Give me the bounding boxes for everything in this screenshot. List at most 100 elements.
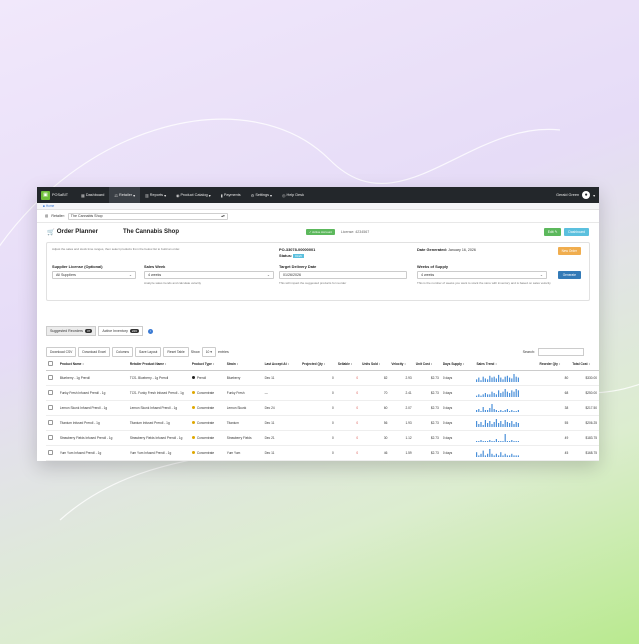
nav-item-label: Help Desk xyxy=(286,193,304,197)
days-supply: 0 days xyxy=(440,430,475,446)
column-header-unit-cost[interactable]: Unit Cost ↕ xyxy=(413,359,441,371)
sales-week-select[interactable]: 4 weeks ⌄ xyxy=(144,271,274,279)
sales-trend-bar xyxy=(480,395,483,397)
tab-active-inventory[interactable]: Active Inventory 226 xyxy=(98,326,143,336)
column-header-product-type[interactable]: Product Type ↕ xyxy=(189,359,225,371)
download-excel-button[interactable]: Download Excel xyxy=(78,347,110,357)
brand-logo[interactable]: ▣ POSaBIT xyxy=(41,190,68,200)
row-checkbox[interactable] xyxy=(48,404,53,410)
velocity: 1.93 xyxy=(389,415,414,431)
row-checkbox[interactable] xyxy=(48,449,53,455)
column-header-sellable[interactable]: Sellable ↕ xyxy=(335,359,361,371)
column-header-last-accept-at[interactable]: Last Accept At ↕ xyxy=(262,359,301,371)
column-header-reorder-qty[interactable]: Reorder Qty ↕ xyxy=(537,359,571,371)
row-checkbox[interactable] xyxy=(48,389,53,395)
sales-trend-bar xyxy=(487,379,489,382)
dashboard-button[interactable]: Dashboard xyxy=(564,227,589,236)
sales-trend-bar xyxy=(485,378,487,382)
column-header-projected-qty[interactable]: Projected Qty ↕ xyxy=(300,359,336,371)
nav-item-retailer[interactable]: ⚖ Retailer ▾ xyxy=(109,187,140,203)
generate-button[interactable]: Generate xyxy=(557,271,581,279)
table-row[interactable]: Strawberry Fields Infused Preroll - 1g St… xyxy=(46,430,599,446)
weeks-supply-select[interactable]: 4 weeks ⌄ xyxy=(417,271,547,279)
velocity: 2.93 xyxy=(389,370,414,386)
sales-trend-bar xyxy=(478,424,480,427)
po-status-badge: Draft xyxy=(293,254,304,258)
sales-trend-bar xyxy=(505,453,507,457)
nav-item-product-catalog[interactable]: ◉ Product Catalog ▾ xyxy=(171,187,216,203)
column-header-sales-trend[interactable]: Sales Trend ↕ xyxy=(474,359,538,371)
select-all-checkbox[interactable] xyxy=(48,361,53,367)
sales-trend-bar xyxy=(498,423,500,427)
sales-trend-bar xyxy=(478,409,480,412)
nav-item-help-desk[interactable]: ◎ Help Desk xyxy=(277,187,309,203)
table-row[interactable]: Funky Fresh Infused Preroll - 1g TCS- Fun… xyxy=(46,385,599,401)
sales-trend-bar xyxy=(487,453,489,457)
sales-trend xyxy=(474,370,538,386)
reorder-qty: 38 xyxy=(537,400,571,416)
info-icon[interactable]: i xyxy=(147,328,153,334)
sales-trend-bar xyxy=(489,440,491,442)
show-label: Show xyxy=(190,350,200,354)
row-checkbox[interactable] xyxy=(48,419,53,425)
column-header-total-cost[interactable]: Total Cost ↕ xyxy=(570,359,599,371)
chevron-down-icon: ⌄ xyxy=(539,273,543,277)
column-header-velocity[interactable]: Velocity ↕ xyxy=(389,359,414,371)
chevron-down-icon: ▾ xyxy=(164,193,166,198)
sales-trend-bar xyxy=(505,420,507,427)
reset-table-button[interactable]: Reset Table xyxy=(163,347,189,357)
nav-item-settings[interactable]: ⚙ Settings ▾ xyxy=(246,187,277,203)
row-checkbox[interactable] xyxy=(48,434,53,440)
target-date-input[interactable]: 01/26/2026 xyxy=(279,271,407,279)
tab-suggested-reorders[interactable]: Suggested Reorders 37 xyxy=(46,326,97,336)
table-row[interactable]: Lemon Skunk Infused Preroll - 1g Lemon Sk… xyxy=(46,400,599,416)
row-checkbox[interactable] xyxy=(48,374,53,380)
sales-trend-bar xyxy=(516,441,518,442)
new-order-button[interactable]: New Order xyxy=(557,247,581,255)
total-cost: $250.00 xyxy=(570,385,599,401)
days-supply: 0 days xyxy=(440,385,475,401)
show-entries-select[interactable]: 10 ▾ xyxy=(201,347,216,357)
nav-item-payments[interactable]: ▮ Payments xyxy=(216,187,246,203)
sales-trend-sparkline xyxy=(476,404,520,412)
table-row[interactable]: Titanium Infused Preroll - 1g Titanium In… xyxy=(46,415,599,431)
save-layout-button[interactable]: Save Layout xyxy=(135,347,162,357)
retailer-product-name: TCS- Blueberry - 1g Preroll xyxy=(127,370,190,386)
retailer-select[interactable]: The Cannabis Shop ▴▾ xyxy=(67,212,228,220)
column-header-days-supply[interactable]: Days Supply ↕ xyxy=(440,359,475,371)
column-header-product-name[interactable]: Product Name ↕ xyxy=(57,359,128,371)
avatar-icon: ● xyxy=(582,191,591,199)
sales-trend-bar xyxy=(518,377,520,382)
columns-button[interactable]: Columns xyxy=(112,347,134,357)
sales-trend-bar xyxy=(489,375,491,382)
strain: Lemon Skunk xyxy=(224,400,263,416)
breadcrumb-home[interactable]: Home xyxy=(46,204,55,208)
sales-trend-bar xyxy=(500,452,502,457)
retailer-product-name: TCS- Funky Fresh Infused Preroll - 1g xyxy=(127,385,190,401)
column-header-strain[interactable]: Strain ↕ xyxy=(224,359,263,371)
sales-trend-bar xyxy=(502,391,505,397)
product-type: Concentrate xyxy=(189,400,225,416)
last-accept-at: Dec 24 xyxy=(262,400,301,416)
table-row[interactable]: Blueberry - 1g Preroll TCS- Blueberry - 1… xyxy=(46,370,599,386)
table-row[interactable]: Yum Yum Infused Preroll - 1g Yum Yum Infu… xyxy=(46,445,599,461)
sales-trend-bar xyxy=(507,375,509,382)
sales-trend-bar xyxy=(516,411,518,412)
total-cost: $168.75 xyxy=(570,445,599,461)
sales-trend-bar xyxy=(518,441,520,442)
supplier-select[interactable]: All Suppliers ⌄ xyxy=(52,271,136,279)
product-type-label: Concentrate xyxy=(196,390,215,395)
nav-item-reports[interactable]: ▥ Reports ▾ xyxy=(140,187,171,203)
sales-trend-bar xyxy=(509,393,511,397)
retailer-label: Retailer: xyxy=(51,214,65,218)
product-type: Concentrate xyxy=(189,415,225,431)
nav-item-dashboard[interactable]: ▦ Dashboard xyxy=(76,187,109,203)
column-header-retailer-product-name[interactable]: Retailer Product Name ↕ xyxy=(127,359,190,371)
user-menu[interactable]: Gerald Green ● ▾ xyxy=(556,191,595,199)
edit-button[interactable]: Edit ✎ xyxy=(543,227,562,236)
download-csv-button[interactable]: Download CSV xyxy=(46,347,77,357)
column-header-units-sold[interactable]: Units Sold ↕ xyxy=(360,359,390,371)
po-block: PO-33078-00000001 Status: Draft xyxy=(279,247,315,258)
search-input[interactable] xyxy=(538,348,584,356)
unit-cost: $2.73 xyxy=(413,415,441,431)
